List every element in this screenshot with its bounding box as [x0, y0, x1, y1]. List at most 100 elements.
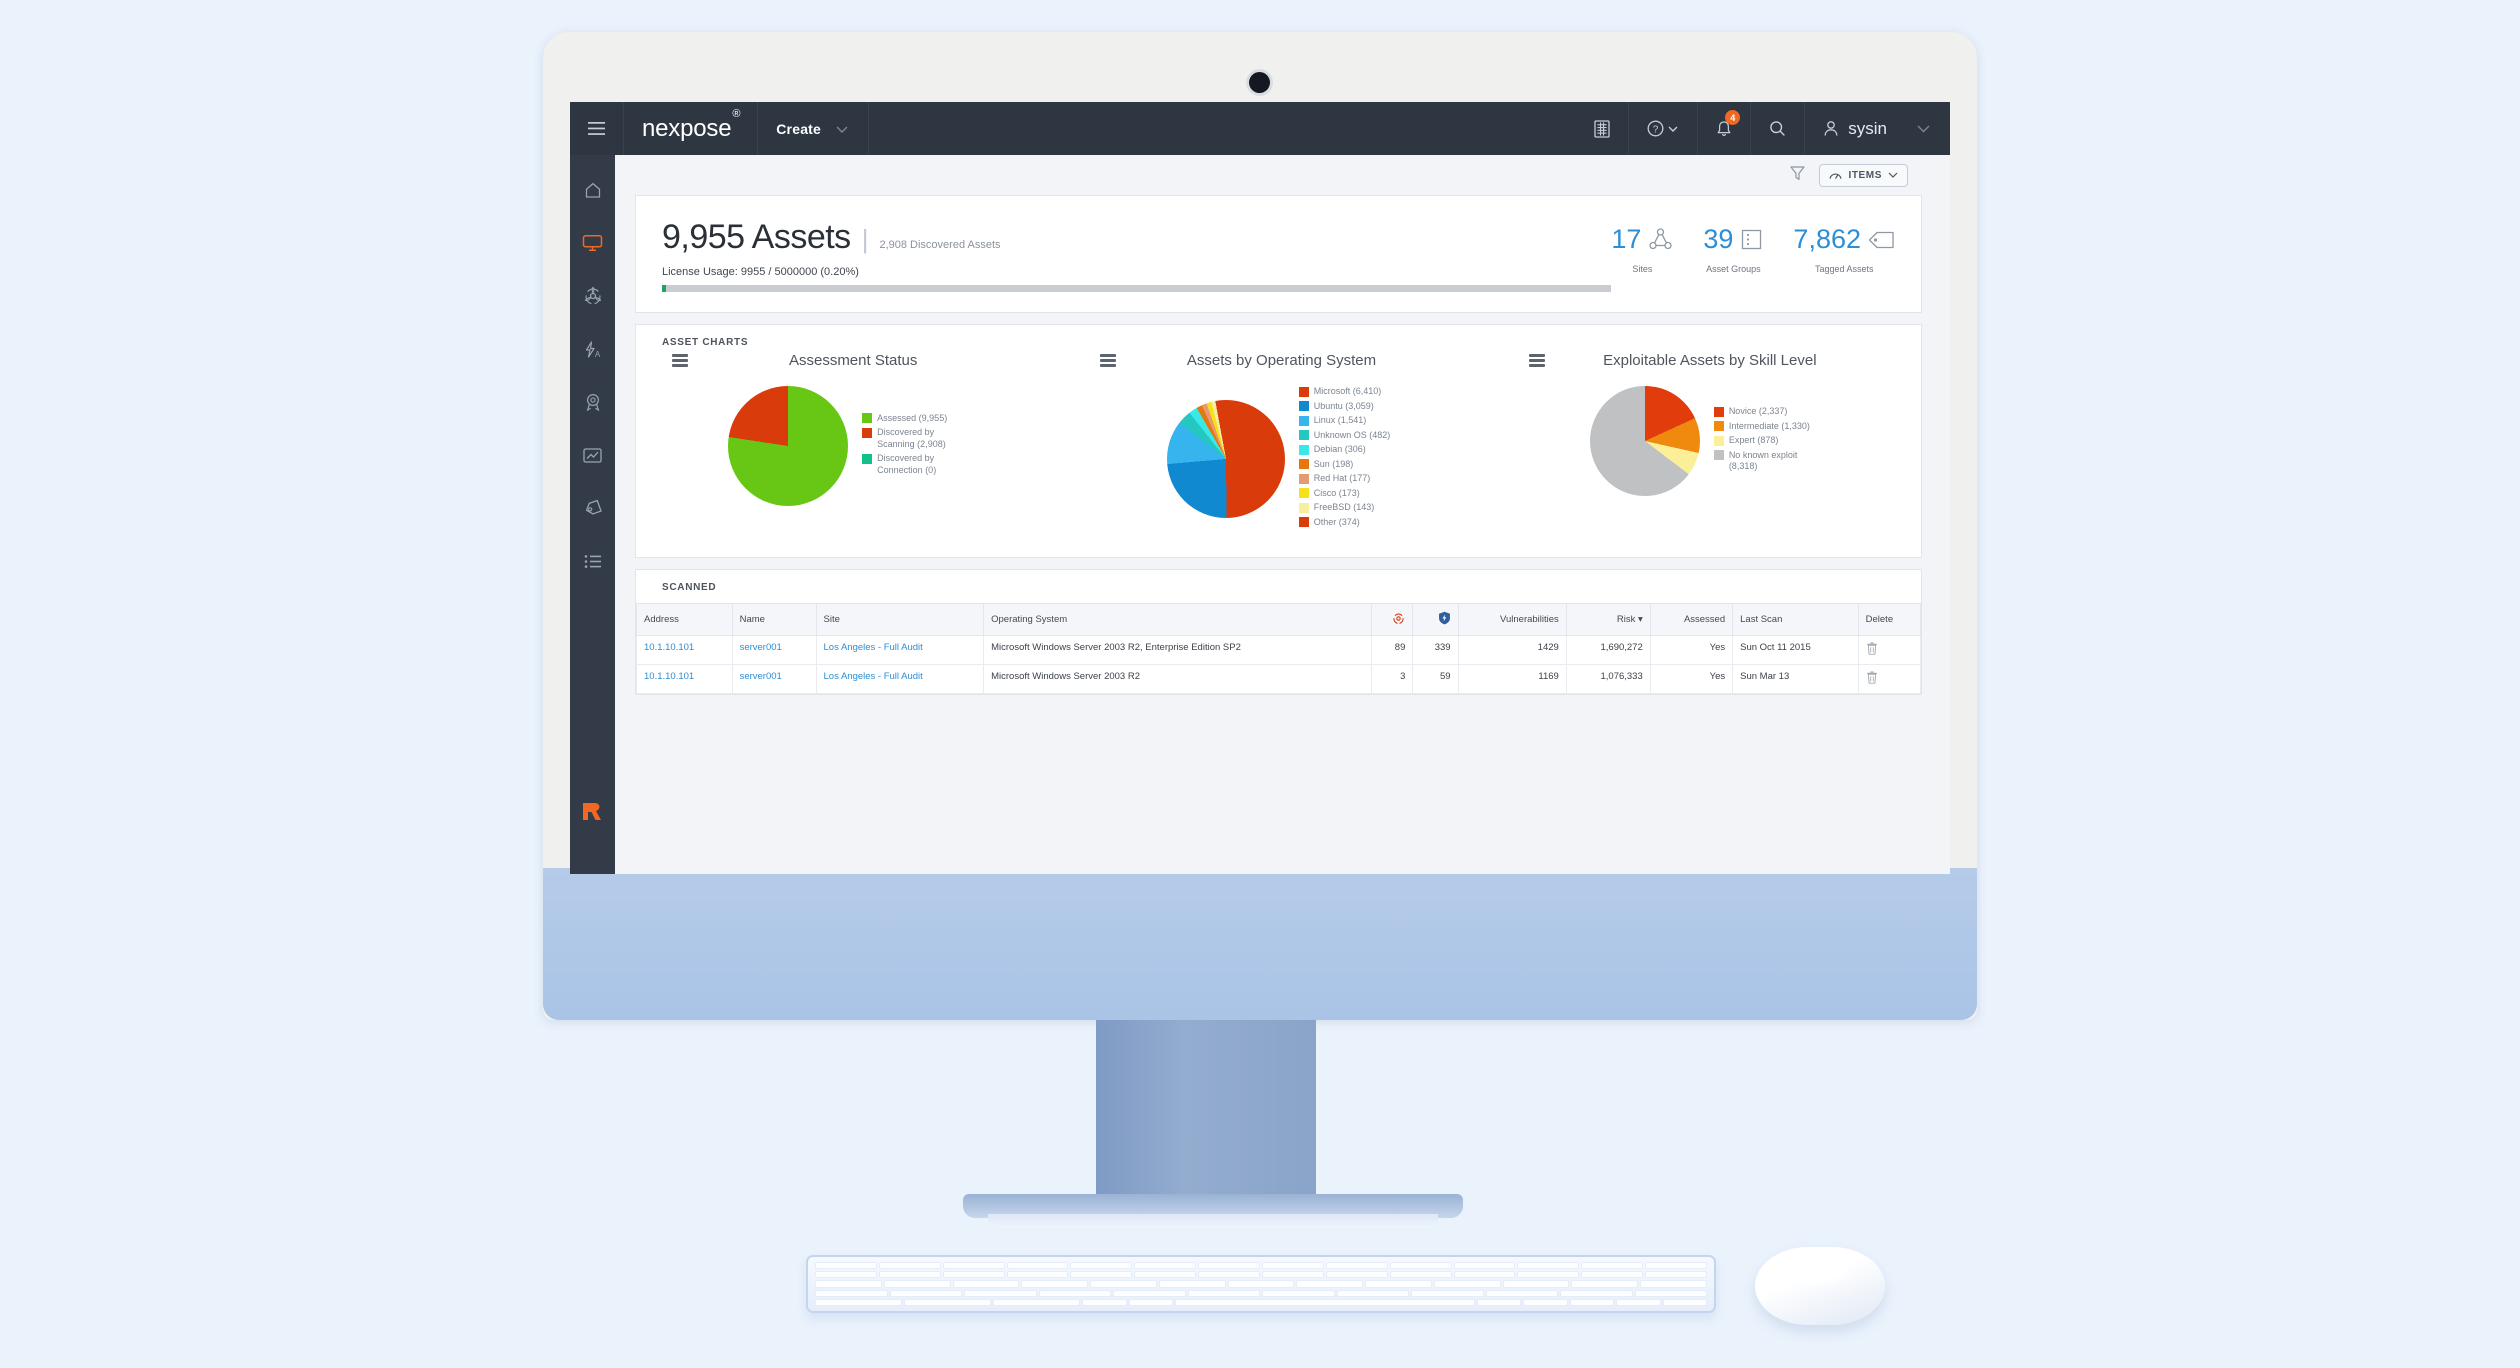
create-menu-button[interactable]: Create [758, 102, 870, 155]
column-header-last-scan[interactable]: Last Scan [1732, 603, 1859, 636]
create-label: Create [776, 120, 822, 137]
column-header-site[interactable]: Site [815, 603, 985, 636]
chart-0-pie[interactable] [728, 386, 849, 506]
legend-item[interactable]: Microsoft (6,410) [1298, 386, 1391, 398]
chart-menu-button[interactable] [1100, 354, 1117, 367]
legend-swatch [862, 453, 873, 464]
legend-item[interactable]: Other (374) [1298, 517, 1391, 529]
legend-label: Novice (2,337) [1728, 406, 1788, 417]
notifications-button[interactable]: 4 [1698, 102, 1752, 155]
sidebar-item-vulnerabilities[interactable] [576, 279, 610, 313]
column-header-operating-system[interactable]: Operating System [983, 603, 1373, 636]
chart-1-pie[interactable] [1166, 399, 1285, 518]
sidebar-item-home[interactable] [576, 173, 610, 207]
column-header-assessed[interactable]: Assessed [1649, 603, 1734, 636]
column-header-exploit-shield-icon[interactable] [1412, 603, 1459, 636]
column-header-address[interactable]: Address [636, 603, 733, 636]
stat-sites-value: 17 [1611, 224, 1642, 254]
filter-button[interactable] [1790, 165, 1806, 186]
cell-risk: 1,076,333 [1565, 664, 1651, 694]
hamburger-menu-button[interactable] [570, 102, 624, 155]
cell-address[interactable]: 10.1.10.101 [636, 635, 733, 665]
sidebar-item-policies[interactable]: A [576, 332, 610, 366]
chart-2-pie[interactable] [1589, 386, 1700, 496]
help-button[interactable]: ? [1629, 102, 1699, 155]
chevron-down-icon [1668, 126, 1678, 132]
column-header-delete[interactable]: Delete [1857, 603, 1922, 636]
biohazard-icon [584, 286, 601, 305]
filter-icon [1790, 165, 1806, 180]
sidebar-item-administration[interactable] [576, 544, 610, 578]
table-row[interactable]: 10.1.10.101 server001 Los Angeles - Full A… [636, 635, 1922, 665]
stat-asset-groups[interactable]: 39 Asset Groups [1703, 224, 1763, 274]
legend-item[interactable]: Red Hat (177) [1298, 473, 1391, 485]
column-header-risk[interactable]: Risk ▾ [1565, 603, 1651, 636]
column-header-name[interactable]: Name [731, 603, 817, 636]
keyboard-key [815, 1298, 902, 1307]
cell-exploits: 59 [1412, 664, 1459, 694]
chart-menu-button[interactable] [672, 354, 688, 367]
rapid7-logo [581, 800, 605, 828]
panels-container: 9,955 Assets | 2,908 Discovered Assets L… [615, 195, 1950, 874]
legend-item[interactable]: Cisco (173) [1298, 488, 1391, 500]
cell-malware: 3 [1371, 664, 1414, 694]
keyboard-key [1411, 1289, 1484, 1297]
legend-item[interactable]: Debian (306) [1298, 444, 1391, 456]
cell-delete[interactable] [1857, 635, 1922, 665]
stat-sites[interactable]: 17 Sites [1611, 224, 1673, 274]
legend-item[interactable]: Novice (2,337) [1713, 406, 1824, 418]
table-row[interactable]: 10.1.10.101 server001 Los Angeles - Full A… [636, 664, 1922, 694]
legend-item[interactable]: No known exploit (8,318) [1713, 450, 1824, 473]
keyboard-key [1453, 1271, 1516, 1279]
stat-sites-top: 17 [1611, 224, 1673, 255]
legend-item[interactable]: Discovered by Scanning (2,908) [862, 427, 972, 450]
sidebar-item-reports[interactable] [576, 438, 610, 472]
keyboard-key [1006, 1262, 1069, 1270]
legend-item[interactable]: Linux (1,541) [1298, 415, 1391, 427]
sidebar-item-tags[interactable] [576, 491, 610, 525]
mouse[interactable] [1755, 1247, 1885, 1325]
user-menu-button[interactable]: sysin [1805, 102, 1950, 155]
legend-item[interactable]: Expert (878) [1713, 435, 1824, 447]
legend-item[interactable]: Ubuntu (3,059) [1298, 401, 1391, 413]
tag-icon [1868, 231, 1894, 248]
cell-risk: 1,690,272 [1565, 635, 1651, 665]
cell-delete[interactable] [1857, 664, 1922, 694]
sidebar-item-compliance[interactable] [576, 385, 610, 419]
cell-site[interactable]: Los Angeles - Full Audit [815, 635, 985, 665]
svg-text:A: A [594, 350, 600, 359]
cell-name[interactable]: server001 [731, 635, 817, 665]
search-button[interactable] [1751, 102, 1806, 155]
table-header-row: Address Name Site Operating System Vulnerabi… [636, 603, 1922, 636]
sites-network-icon [1649, 228, 1673, 250]
legend-item[interactable]: Assessed (9,955) [862, 413, 972, 425]
webcam [1249, 72, 1270, 93]
brand-logo[interactable]: nexpose® [624, 102, 759, 155]
column-header-biohazard-icon[interactable] [1371, 603, 1414, 636]
chart-box-icon [583, 447, 602, 463]
calendar-button[interactable] [1576, 102, 1630, 155]
user-name-label: sysin [1848, 118, 1887, 138]
legend-item[interactable]: Sun (198) [1298, 459, 1391, 471]
keyboard-key [1038, 1289, 1111, 1297]
keyboard-key [815, 1289, 888, 1297]
legend-swatch [1298, 517, 1309, 527]
legend-item[interactable]: Discovered by Connection (0) [862, 453, 972, 476]
column-header-vulnerabilities[interactable]: Vulnerabilities [1457, 603, 1567, 636]
legend-item[interactable]: FreeBSD (143) [1298, 502, 1391, 514]
divider: | [861, 224, 869, 254]
gauge-icon [1829, 173, 1843, 179]
chart-1-legend: Microsoft (6,410) Ubuntu (3,059) Linux (1,… [1298, 386, 1391, 531]
cell-address[interactable]: 10.1.10.101 [636, 664, 733, 694]
keyboard[interactable] [806, 1255, 1716, 1313]
legend-item[interactable]: Unknown OS (482) [1298, 430, 1390, 442]
items-dropdown-button[interactable]: ITEMS [1819, 163, 1908, 187]
legend-item[interactable]: Intermediate (1,330) [1713, 421, 1824, 433]
stat-tagged-assets[interactable]: 7,862 Tagged Assets [1793, 224, 1895, 274]
cell-name[interactable]: server001 [731, 664, 817, 694]
chart-menu-button[interactable] [1528, 354, 1545, 367]
sidebar-item-assets[interactable] [576, 226, 610, 260]
cell-site[interactable]: Los Angeles - Full Audit [815, 664, 985, 694]
keyboard-key [1569, 1298, 1614, 1307]
chart-assessment-status: Assessment Status Assessed (9,955) Discov… [636, 352, 1064, 531]
